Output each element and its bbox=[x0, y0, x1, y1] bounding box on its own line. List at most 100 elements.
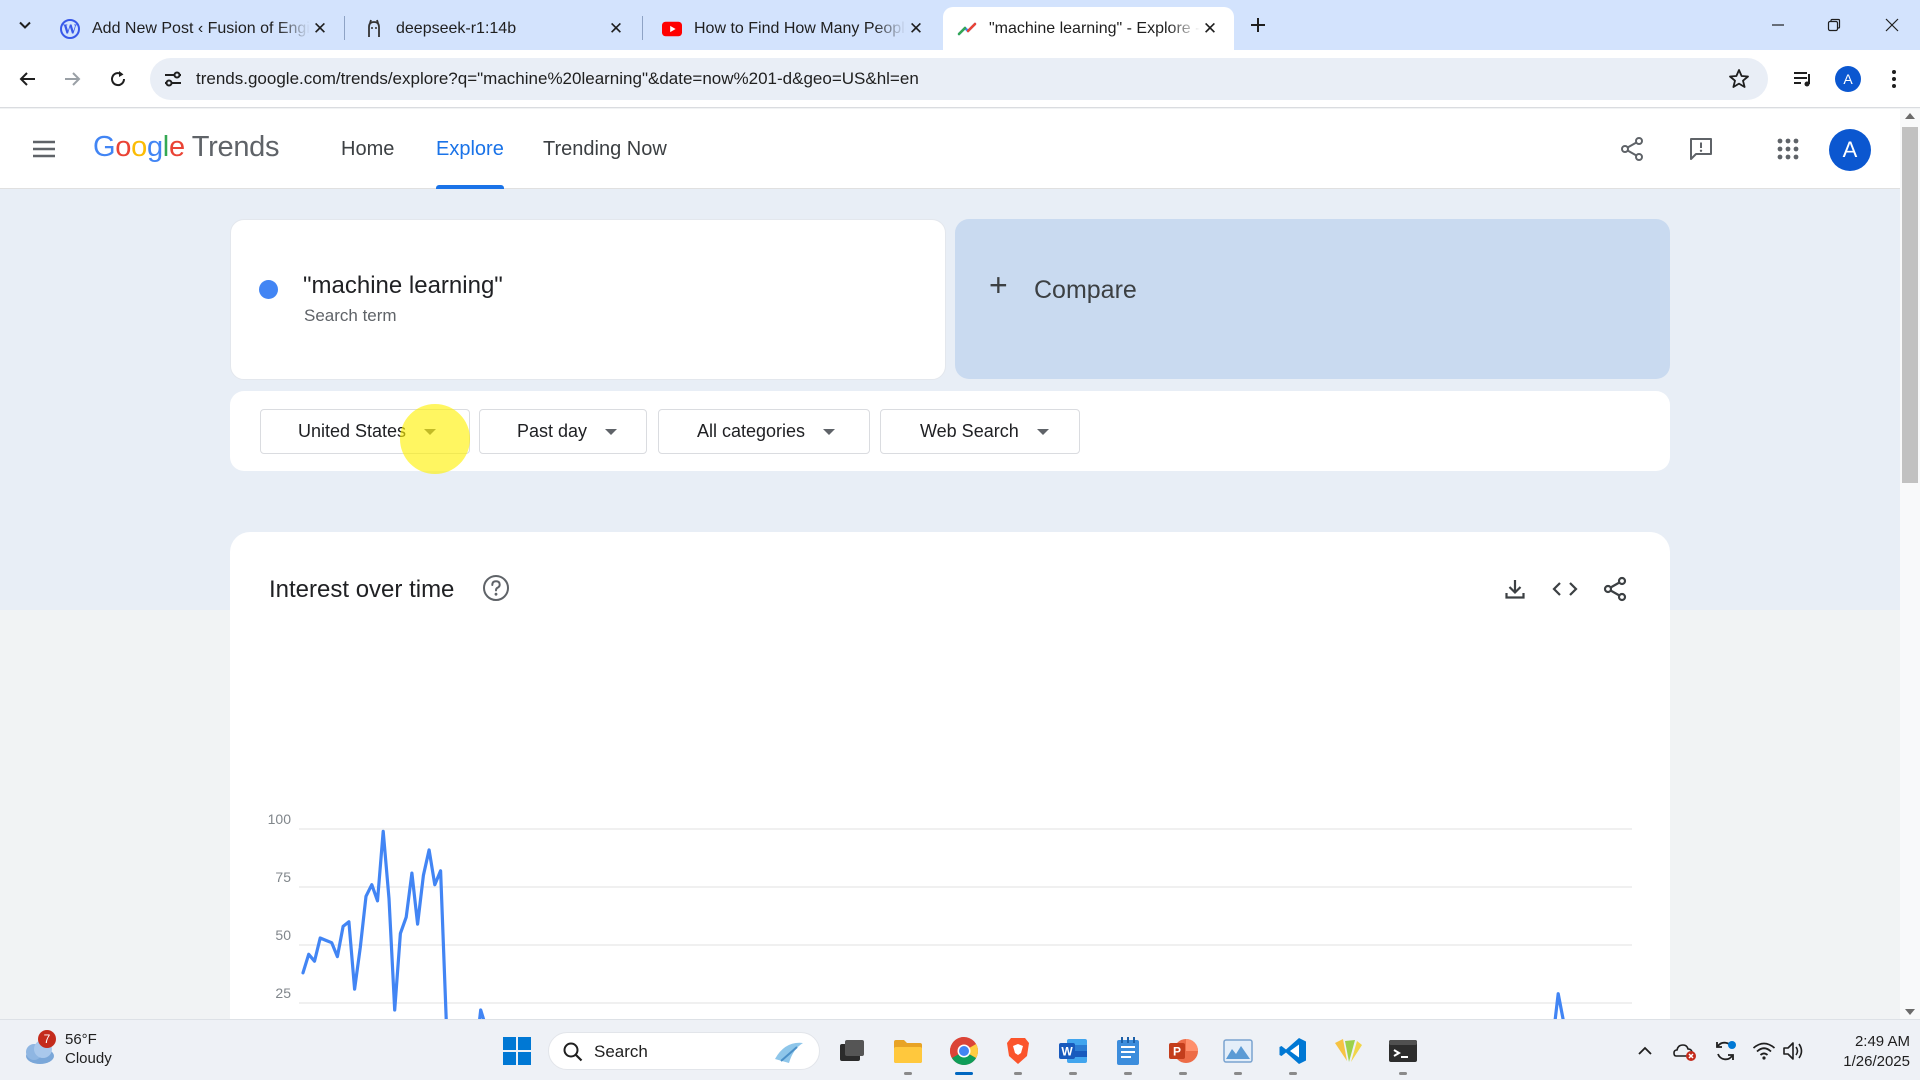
category-filter[interactable]: All categories bbox=[658, 409, 870, 454]
bookmark-star-icon[interactable] bbox=[1728, 68, 1750, 90]
clock-date: 1/26/2025 bbox=[1843, 1053, 1910, 1070]
photos-button[interactable] bbox=[1218, 1031, 1258, 1075]
browser-toolbar: trends.google.com/trends/explore?q="mach… bbox=[0, 50, 1920, 108]
wifi-icon bbox=[1752, 1042, 1776, 1060]
minimize-button[interactable] bbox=[1750, 0, 1806, 50]
file-explorer-icon bbox=[894, 1040, 922, 1063]
share-page-button[interactable] bbox=[1614, 131, 1650, 167]
y-tick-label: 75 bbox=[275, 869, 291, 885]
google-apps-button[interactable] bbox=[1770, 131, 1806, 167]
scroll-up-icon[interactable] bbox=[1905, 113, 1915, 119]
weather-widget[interactable]: 7 56°F Cloudy bbox=[20, 1030, 140, 1070]
nav-explore[interactable]: Explore bbox=[436, 109, 504, 189]
new-tab-button[interactable] bbox=[1244, 11, 1272, 39]
reload-button[interactable] bbox=[100, 61, 136, 97]
sync-tray-button[interactable] bbox=[1713, 1039, 1737, 1063]
weather-temperature: 56°F bbox=[65, 1031, 97, 1048]
terminal-button[interactable] bbox=[1383, 1031, 1423, 1075]
y-tick-label: 100 bbox=[268, 811, 292, 827]
close-icon[interactable]: ✕ bbox=[606, 19, 626, 39]
logo-trends: Trends bbox=[191, 131, 280, 163]
google-trends-logo[interactable]: Google Trends bbox=[93, 131, 279, 164]
time-range-filter[interactable]: Past day bbox=[479, 409, 647, 454]
tab-separator bbox=[642, 16, 643, 40]
browser-tab-wordpress[interactable]: W Add New Post ‹ Fusion of Engineering ✕ bbox=[46, 7, 344, 50]
terminal-icon bbox=[1389, 1040, 1417, 1062]
plus-icon bbox=[1251, 18, 1265, 32]
task-view-button[interactable] bbox=[832, 1031, 872, 1071]
chrome-button[interactable] bbox=[944, 1031, 984, 1075]
vscode-button[interactable] bbox=[1273, 1031, 1313, 1075]
feedback-icon bbox=[1690, 138, 1712, 160]
forward-button[interactable] bbox=[54, 61, 90, 97]
search-type-filter[interactable]: Web Search bbox=[880, 409, 1080, 454]
word-button[interactable]: W bbox=[1053, 1031, 1093, 1075]
search-term-subtitle: Search term bbox=[304, 306, 397, 325]
chrome-menu-button[interactable] bbox=[1881, 66, 1907, 92]
close-icon[interactable]: ✕ bbox=[906, 19, 926, 39]
nav-home[interactable]: Home bbox=[341, 109, 394, 189]
app-icon bbox=[1335, 1039, 1362, 1062]
restore-button[interactable] bbox=[1806, 0, 1862, 50]
address-bar[interactable]: trends.google.com/trends/explore?q="mach… bbox=[150, 58, 1768, 100]
site-info-icon[interactable] bbox=[162, 68, 184, 90]
close-icon[interactable]: ✕ bbox=[310, 19, 330, 39]
account-avatar[interactable]: A bbox=[1829, 129, 1871, 171]
interest-chart[interactable]: 255075100Jan 25 at...Jan 25 at 10:44 AMJ… bbox=[230, 532, 1670, 1019]
caret-down-icon bbox=[823, 428, 836, 435]
back-button[interactable] bbox=[10, 61, 46, 97]
location-filter[interactable]: United States bbox=[260, 409, 470, 454]
logo-google: Google bbox=[93, 131, 185, 163]
browser-tab-youtube[interactable]: How to Find How Many People ✕ bbox=[648, 7, 940, 50]
taskbar-clock[interactable]: 2:49 AM 1/26/2025 bbox=[1820, 1032, 1910, 1072]
notepad-button[interactable] bbox=[1108, 1031, 1148, 1075]
filter-label: Web Search bbox=[920, 421, 1019, 441]
page-scrollbar[interactable] bbox=[1900, 109, 1920, 1019]
wifi-tray-button[interactable] bbox=[1752, 1039, 1776, 1063]
caret-down-icon bbox=[605, 428, 618, 435]
close-window-button[interactable] bbox=[1864, 0, 1920, 50]
reload-icon bbox=[111, 71, 126, 87]
search-term-card[interactable]: "machine learning" Search term bbox=[230, 219, 946, 380]
restore-icon bbox=[1827, 18, 1841, 32]
close-icon[interactable]: ✕ bbox=[1200, 19, 1220, 39]
filter-bar: United States Past day All categories We… bbox=[230, 391, 1670, 471]
playlist-icon bbox=[1794, 72, 1810, 87]
weather-alert-badge: 7 bbox=[38, 1030, 56, 1048]
feedback-button[interactable] bbox=[1683, 131, 1719, 167]
minimize-icon bbox=[1772, 24, 1784, 26]
vscode-icon bbox=[1279, 1038, 1306, 1064]
y-tick-label: 50 bbox=[275, 927, 291, 943]
tab-title: Add New Post ‹ Fusion of Engineering bbox=[92, 19, 310, 37]
volume-tray-button[interactable] bbox=[1782, 1039, 1806, 1063]
scroll-down-icon[interactable] bbox=[1905, 1009, 1915, 1015]
word-icon: W bbox=[1059, 1039, 1087, 1063]
photos-icon bbox=[1223, 1039, 1253, 1063]
tab-search-button[interactable] bbox=[8, 9, 42, 41]
file-explorer-button[interactable] bbox=[888, 1031, 928, 1075]
powerpoint-button[interactable]: P bbox=[1163, 1031, 1203, 1075]
taskbar-search-box[interactable]: Search bbox=[548, 1032, 820, 1070]
url-text: trends.google.com/trends/explore?q="mach… bbox=[196, 69, 919, 88]
youtube-icon bbox=[662, 19, 682, 39]
nav-trending-now[interactable]: Trending Now bbox=[543, 109, 667, 189]
chevron-up-icon bbox=[1638, 1046, 1652, 1055]
trends-icon bbox=[957, 19, 977, 39]
compare-button[interactable]: + Compare bbox=[955, 219, 1670, 379]
compare-label: Compare bbox=[1034, 276, 1137, 304]
media-controls-button[interactable] bbox=[1790, 66, 1816, 92]
onedrive-tray-button[interactable] bbox=[1673, 1039, 1697, 1063]
volume-icon bbox=[1783, 1042, 1803, 1060]
start-button[interactable] bbox=[497, 1031, 537, 1071]
search-term-text[interactable]: "machine learning" bbox=[303, 272, 503, 300]
main-menu-button[interactable] bbox=[26, 133, 62, 165]
task-view-icon bbox=[840, 1040, 864, 1061]
browser-tab-google-trends[interactable]: "machine learning" - Explore - Google Tr… bbox=[943, 7, 1234, 50]
browser-tab-ollama[interactable]: deepseek-r1:14b ✕ bbox=[350, 7, 640, 50]
show-hidden-icons-button[interactable] bbox=[1633, 1039, 1657, 1063]
browser-profile-avatar[interactable]: A bbox=[1835, 66, 1861, 92]
pinned-app-button[interactable] bbox=[1328, 1031, 1368, 1071]
scrollbar-thumb[interactable] bbox=[1902, 127, 1918, 483]
brave-button[interactable] bbox=[998, 1031, 1038, 1075]
filter-label: United States bbox=[298, 421, 407, 441]
